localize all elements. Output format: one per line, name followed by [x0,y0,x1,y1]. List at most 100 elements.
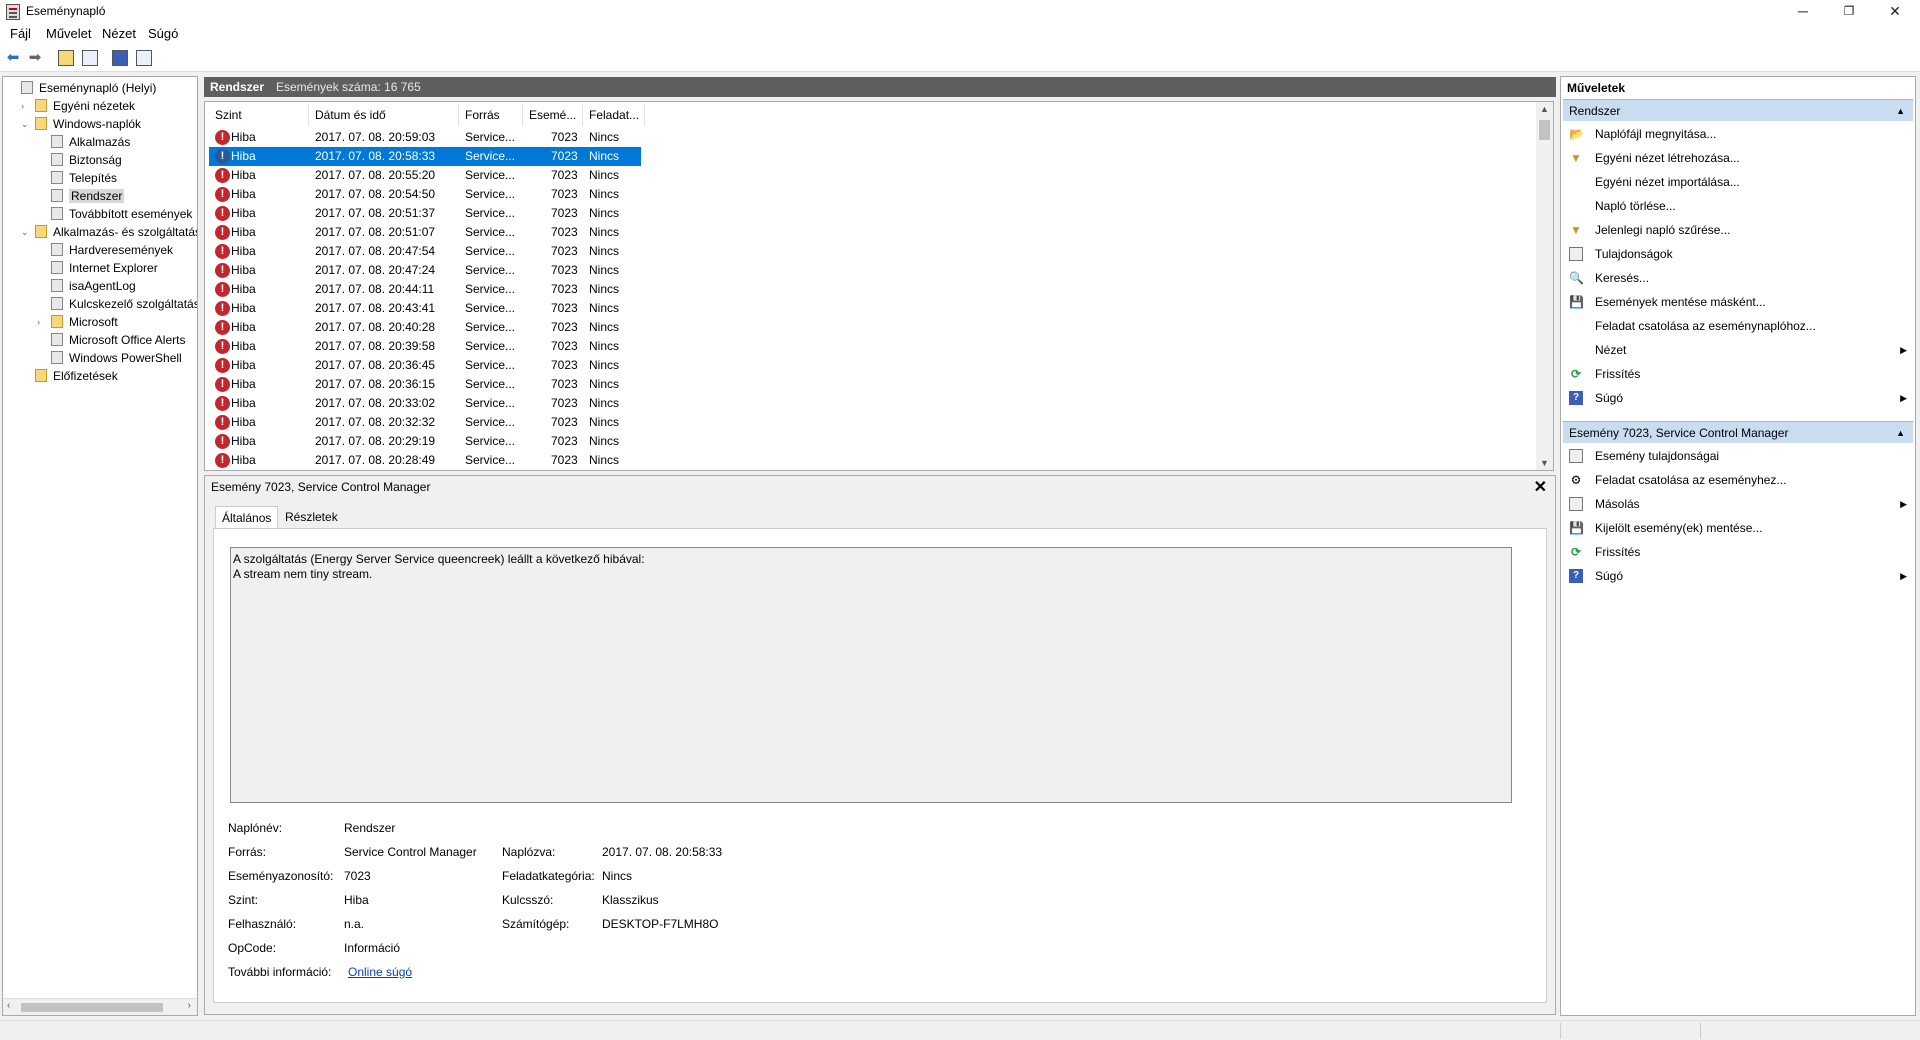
cell-level: Hiba [231,358,256,372]
online-help-link[interactable]: Online súgó [348,965,412,979]
tree-item[interactable]: Alkalmazás [51,133,130,151]
table-row[interactable]: ! Hiba 2017. 07. 08. 20:55:20 Service... 702… [209,166,641,185]
maximize-button[interactable]: ❐ [1826,0,1872,24]
cell-datetime: 2017. 07. 08. 20:36:15 [315,377,436,391]
tree-item[interactable]: Biztonság [51,151,122,169]
tree-item[interactable]: › Egyéni nézetek [21,97,135,115]
table-row[interactable]: ! Hiba 2017. 07. 08. 20:29:19 Service... 702… [209,432,641,451]
cell-source: Service... [465,377,516,391]
table-row[interactable]: ! Hiba 2017. 07. 08. 20:36:45 Service... 702… [209,356,641,375]
section-header-log[interactable]: Rendszer ▲ [1563,99,1913,121]
up-folder-icon[interactable] [58,50,74,66]
table-row[interactable]: ! Hiba 2017. 07. 08. 20:32:32 Service... 702… [209,413,641,432]
action-item[interactable]: ? Súgó ▶ [1567,565,1911,587]
table-row[interactable]: ! Hiba 2017. 07. 08. 20:36:15 Service... 702… [209,375,641,394]
menu-help[interactable]: Súgó [148,26,178,41]
menu-file[interactable]: Fájl [10,26,31,41]
tree-item[interactable]: Hardveresemények [51,241,173,259]
menu-action[interactable]: Művelet [46,26,92,41]
section-header-event[interactable]: Esemény 7023, Service Control Manager ▲ [1563,421,1913,443]
action-item[interactable]: ⚙ Feladat csatolása az eseményhez... [1567,469,1911,491]
action-item[interactable]: 📂 Naplófájl megnyitása... [1567,123,1911,145]
action-item[interactable]: Egyéni nézet importálása... [1567,171,1911,193]
close-button[interactable]: ✕ [1872,0,1918,24]
tree-item[interactable]: Windows PowerShell [51,349,182,367]
scroll-down-icon[interactable]: ▼ [1540,458,1549,468]
table-row[interactable]: ! Hiba 2017. 07. 08. 20:51:07 Service... 702… [209,223,641,242]
table-row[interactable]: ! Hiba 2017. 07. 08. 20:47:54 Service... 702… [209,242,641,261]
event-detail-pane: Esemény 7023, Service Control Manager ✕ … [204,475,1556,1015]
expand-arrow-icon[interactable]: › [21,97,24,115]
table-row[interactable]: ! Hiba 2017. 07. 08. 20:33:02 Service... 702… [209,394,641,413]
table-row[interactable]: ! Hiba 2017. 07. 08. 20:43:41 Service... 702… [209,299,641,318]
menu-view[interactable]: Nézet [102,26,136,41]
action-item[interactable]: Esemény tulajdonságai [1567,445,1911,467]
action-item[interactable]: ? Súgó ▶ [1567,387,1911,409]
tree-item[interactable]: Eseménynapló (Helyi) [21,79,156,97]
tab-details[interactable]: Részletek [279,506,344,528]
action-item[interactable]: 💾 Események mentése másként... [1567,291,1911,313]
action-item[interactable]: Napló törlése... [1567,195,1911,217]
table-row[interactable]: ! Hiba 2017. 07. 08. 20:54:50 Service... 702… [209,185,641,204]
column-datetime[interactable]: Dátum és idő [309,104,459,126]
scrollbar-thumb[interactable] [1539,120,1550,140]
action-item[interactable]: Feladat csatolása az eseménynaplóhoz... [1567,315,1911,337]
action-item[interactable]: ▼ Jelenlegi napló szűrése... [1567,219,1911,241]
column-task-category[interactable]: Feladat... [583,104,645,126]
scrollbar-thumb[interactable] [21,1003,163,1012]
expand-arrow-icon[interactable]: › [37,313,40,331]
action-item[interactable]: Tulajdonságok [1567,243,1911,265]
close-detail-icon[interactable]: ✕ [1534,477,1547,497]
tree-item[interactable]: Telepítés [51,169,117,187]
action-item[interactable]: ⟳ Frissítés [1567,541,1911,563]
tree-item[interactable]: Internet Explorer [51,259,158,277]
show-hide-action-pane-icon[interactable] [136,50,152,66]
action-item[interactable]: ▼ Egyéni nézet létrehozása... [1567,147,1911,169]
table-row[interactable]: ! Hiba 2017. 07. 08. 20:58:33 Service... 702… [209,147,641,166]
tree-item[interactable]: ⌄ Alkalmazás- és szolgáltatásna [21,223,197,241]
tree-item[interactable]: Microsoft Office Alerts [51,331,185,349]
tree-item[interactable]: ⌄ Windows-naplók [21,115,141,133]
column-source[interactable]: Forrás [459,104,523,126]
tab-general[interactable]: Általános [215,506,279,528]
log-icon [51,297,63,310]
table-row[interactable]: ! Hiba 2017. 07. 08. 20:47:24 Service... 702… [209,261,641,280]
action-label: Tulajdonságok [1595,247,1673,261]
table-row[interactable]: ! Hiba 2017. 07. 08. 20:44:11 Service... 702… [209,280,641,299]
expand-arrow-icon[interactable]: ⌄ [21,223,29,241]
tree-horizontal-scrollbar[interactable]: ‹ › [3,998,197,1015]
event-message[interactable]: A szolgáltatás (Energy Server Service qu… [230,547,1512,803]
tree-item[interactable]: Előfizetések [35,367,118,385]
action-item[interactable]: 🔍 Keresés... [1567,267,1911,289]
minimize-button[interactable]: ─ [1780,0,1826,24]
tree-item[interactable]: › Microsoft [37,313,118,331]
action-item[interactable]: Másolás ▶ [1567,493,1911,515]
tree-item[interactable]: Rendszer [51,187,125,205]
tree-item[interactable]: Kulcskezelő szolgáltatás [51,295,197,313]
table-row[interactable]: ! Hiba 2017. 07. 08. 20:40:28 Service... 702… [209,318,641,337]
collapse-icon[interactable]: ▲ [1896,100,1905,122]
collapse-icon[interactable]: ▲ [1896,422,1905,444]
table-row[interactable]: ! Hiba 2017. 07. 08. 20:28:49 Service... 702… [209,451,641,470]
tree-item[interactable]: isaAgentLog [51,277,136,295]
table-row[interactable]: ! Hiba 2017. 07. 08. 20:39:58 Service... 702… [209,337,641,356]
cell-datetime: 2017. 07. 08. 20:43:41 [315,301,436,315]
action-item[interactable]: 💾 Kijelölt esemény(ek) mentése... [1567,517,1911,539]
back-arrow-icon[interactable]: ⬅ [4,49,22,67]
tree-item[interactable]: Továbbított események [51,205,192,223]
table-row[interactable]: ! Hiba 2017. 07. 08. 20:59:03 Service... 702… [209,128,641,147]
help-icon[interactable] [112,50,128,66]
column-level[interactable]: Szint [209,104,309,126]
cell-source: Service... [465,149,516,163]
event-list-vertical-scrollbar[interactable]: ▲ ▼ [1536,102,1553,470]
scroll-left-icon[interactable]: ‹ [7,1000,10,1011]
action-item[interactable]: Nézet ▶ [1567,339,1911,361]
action-item[interactable]: ⟳ Frissítés [1567,363,1911,385]
scroll-up-icon[interactable]: ▲ [1540,104,1549,114]
table-row[interactable]: ! Hiba 2017. 07. 08. 20:51:37 Service... 702… [209,204,641,223]
show-hide-tree-icon[interactable] [82,50,98,66]
forward-arrow-icon[interactable]: ➡ [26,49,44,67]
expand-arrow-icon[interactable]: ⌄ [21,115,29,133]
column-event-id[interactable]: Esemé... [523,104,583,126]
scroll-right-icon[interactable]: › [188,1000,191,1011]
